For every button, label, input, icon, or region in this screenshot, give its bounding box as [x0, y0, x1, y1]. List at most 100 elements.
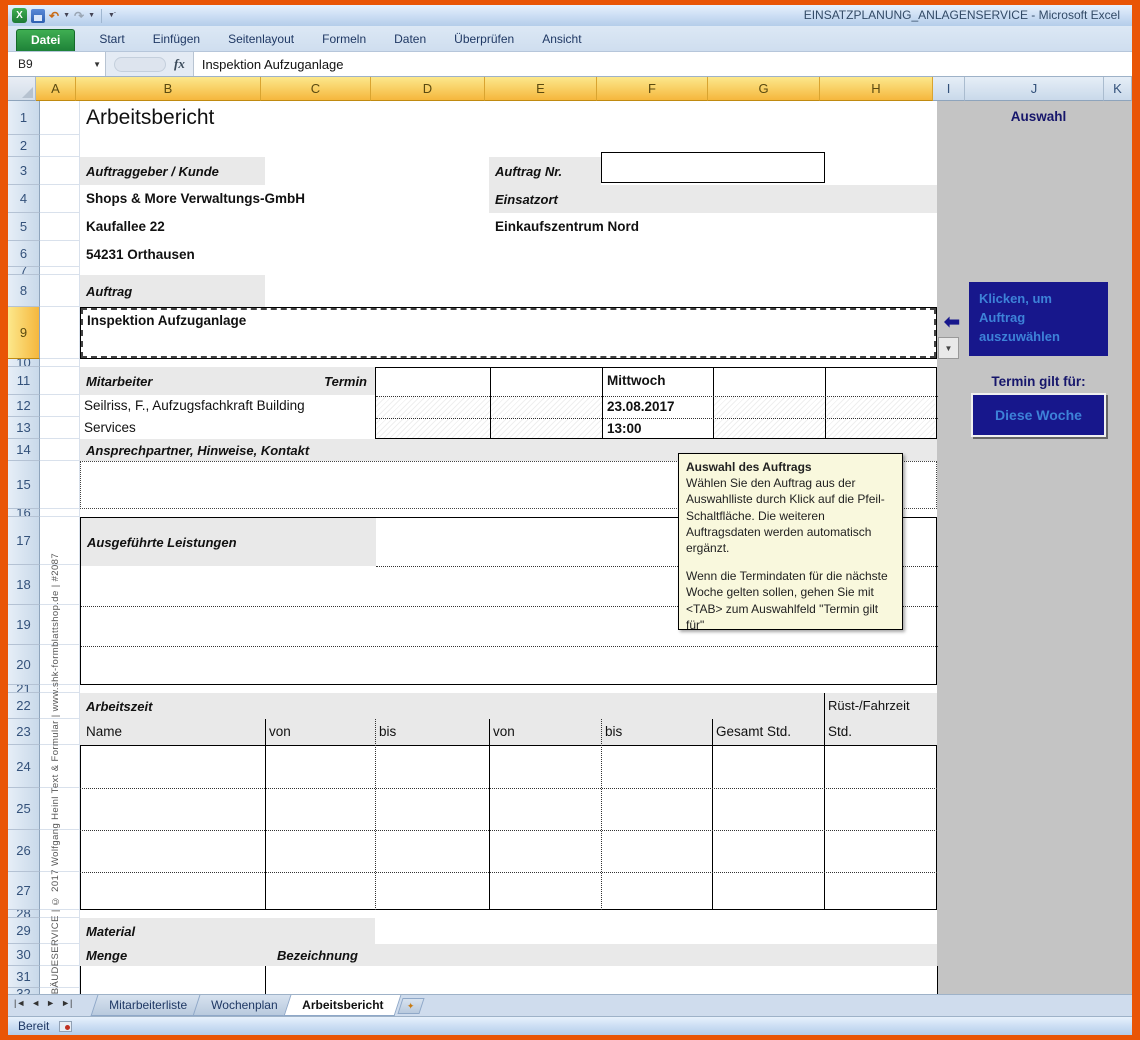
last-sheet-icon[interactable]: ►|: [61, 998, 72, 1008]
row-header-16[interactable]: 16: [8, 509, 40, 517]
row-header-6[interactable]: 6: [8, 241, 40, 267]
grid-cell-A16[interactable]: [40, 509, 80, 517]
client-street-cell[interactable]: Kaufallee 22: [86, 219, 165, 234]
grid-cell-A10[interactable]: [40, 359, 80, 367]
order-no-input[interactable]: [601, 152, 825, 183]
row-header-18[interactable]: 18: [8, 565, 40, 605]
row-header-4[interactable]: 4: [8, 185, 40, 213]
tab-einfuegen[interactable]: Einfügen: [139, 28, 214, 51]
termin-label-cell[interactable]: Termin: [265, 367, 375, 395]
site-value-cell[interactable]: Einkaufszentrum Nord: [495, 219, 639, 234]
row-header-30[interactable]: 30: [8, 944, 40, 966]
tab-daten[interactable]: Daten: [380, 28, 440, 51]
grid-cell-A6[interactable]: [40, 241, 80, 267]
column-header-F[interactable]: F: [597, 77, 708, 101]
staff-value-line1[interactable]: Seilriss, F., Aufzugsfachkraft Building: [84, 398, 305, 413]
worktime-label-cell[interactable]: Arbeitszeit: [80, 693, 937, 719]
grid-cell-A15[interactable]: [40, 461, 80, 509]
row-header-10[interactable]: 10: [8, 359, 40, 367]
grid-cell-A3[interactable]: [40, 157, 80, 185]
staff-label-cell[interactable]: Mitarbeiter: [80, 367, 265, 395]
row-header-19[interactable]: 19: [8, 605, 40, 645]
client-label-cell[interactable]: Auftraggeber / Kunde: [80, 157, 265, 185]
material-label-cell[interactable]: Material: [80, 918, 375, 944]
row-header-32[interactable]: 32: [8, 988, 40, 994]
grid-cell-A8[interactable]: [40, 275, 80, 307]
column-header-G[interactable]: G: [708, 77, 820, 101]
table-cell[interactable]: [490, 396, 602, 438]
row-header-31[interactable]: 31: [8, 966, 40, 988]
redo-icon[interactable]: ↷: [74, 8, 84, 24]
first-sheet-icon[interactable]: |◄: [14, 998, 25, 1008]
worktime-table[interactable]: [80, 745, 937, 910]
table-cell[interactable]: [376, 396, 490, 438]
column-header-A[interactable]: A: [36, 77, 76, 101]
row-header-15[interactable]: 15: [8, 461, 40, 509]
row-header-28[interactable]: 28: [8, 910, 40, 918]
pick-order-button[interactable]: Klicken, um Auftrag auszuwählen: [969, 282, 1108, 356]
grid-cell-A11[interactable]: [40, 367, 80, 395]
row-header-9[interactable]: 9: [8, 307, 40, 359]
sheet-tab-wochenplan[interactable]: Wochenplan: [193, 995, 296, 1016]
ruest-header-line1[interactable]: Rüst-/Fahrzeit: [828, 698, 910, 713]
sheet-tab-mitarbeiterliste[interactable]: Mitarbeiterliste: [91, 995, 206, 1016]
column-header-H[interactable]: H: [820, 77, 933, 101]
row-header-21[interactable]: 21: [8, 685, 40, 693]
grid-cell-A1[interactable]: [40, 101, 80, 135]
client-city-cell[interactable]: 54231 Orthausen: [86, 247, 195, 262]
row-header-29[interactable]: 29: [8, 918, 40, 944]
site-label-cell[interactable]: Einsatzort: [489, 185, 937, 213]
row-header-14[interactable]: 14: [8, 439, 40, 461]
tab-ueberpruefen[interactable]: Überprüfen: [440, 28, 528, 51]
insert-function-icon[interactable]: fx: [174, 56, 185, 72]
grid-cell-A2[interactable]: [40, 135, 80, 157]
week-select-button[interactable]: Diese Woche: [971, 393, 1106, 437]
row-header-26[interactable]: 26: [8, 830, 40, 872]
column-header-D[interactable]: D: [371, 77, 485, 101]
form-title[interactable]: Arbeitsbericht: [86, 106, 214, 130]
excel-logo-icon[interactable]: X: [12, 8, 27, 23]
termin-date-cell[interactable]: 23.08.2017: [607, 399, 675, 414]
row-header-25[interactable]: 25: [8, 788, 40, 830]
order-dropdown-button[interactable]: ▼: [938, 337, 959, 359]
tab-start[interactable]: Start: [85, 28, 138, 51]
row-header-11[interactable]: 11: [8, 367, 40, 395]
formula-input[interactable]: Inspektion Aufzuganlage: [193, 52, 1132, 76]
sheet-tab-arbeitsbericht[interactable]: Arbeitsbericht: [283, 995, 401, 1016]
redo-dropdown-icon[interactable]: ▼: [88, 12, 95, 19]
grid-cell-A4[interactable]: [40, 185, 80, 213]
worktime-col-von1[interactable]: von: [269, 724, 291, 739]
tab-seitenlayout[interactable]: Seitenlayout: [214, 28, 308, 51]
order-no-label-cell[interactable]: Auftrag Nr.: [489, 157, 601, 185]
selected-order-cell[interactable]: Inspektion Aufzuganlage: [80, 307, 937, 359]
grid-cell-A9[interactable]: [40, 307, 80, 359]
row-header-5[interactable]: 5: [8, 213, 40, 241]
chevron-down-icon[interactable]: ▼: [93, 60, 101, 69]
row-header-24[interactable]: 24: [8, 745, 40, 788]
worktime-col-von2[interactable]: von: [493, 724, 515, 739]
row-header-27[interactable]: 27: [8, 872, 40, 910]
termin-time-cell[interactable]: 13:00: [607, 421, 642, 436]
row-header-13[interactable]: 13: [8, 417, 40, 439]
grid-cell-A13[interactable]: [40, 417, 80, 439]
grid-cell-A5[interactable]: [40, 213, 80, 241]
undo-dropdown-icon[interactable]: ▼: [63, 12, 70, 19]
tab-formeln[interactable]: Formeln: [308, 28, 380, 51]
termin-day-cell[interactable]: Mittwoch: [607, 373, 666, 388]
row-header-17[interactable]: 17: [8, 517, 40, 565]
staff-value-line2[interactable]: Services: [84, 420, 136, 435]
qat-customize-icon[interactable]: ▼̄: [108, 12, 115, 19]
row-header-12[interactable]: 12: [8, 395, 40, 417]
select-all-button[interactable]: [8, 77, 36, 101]
services-label-cell[interactable]: Ausgeführte Leistungen: [81, 518, 376, 566]
row-header-2[interactable]: 2: [8, 135, 40, 157]
row-header-20[interactable]: 20: [8, 645, 40, 685]
ruest-header-line2[interactable]: Std.: [828, 724, 852, 739]
row-header-22[interactable]: 22: [8, 693, 40, 719]
grid-cell-A14[interactable]: [40, 439, 80, 461]
table-cell[interactable]: [825, 396, 935, 438]
row-header-23[interactable]: 23: [8, 719, 40, 745]
column-header-C[interactable]: C: [261, 77, 371, 101]
next-sheet-icon[interactable]: ►: [46, 998, 55, 1008]
client-name-cell[interactable]: Shops & More Verwaltungs-GmbH: [86, 191, 305, 206]
